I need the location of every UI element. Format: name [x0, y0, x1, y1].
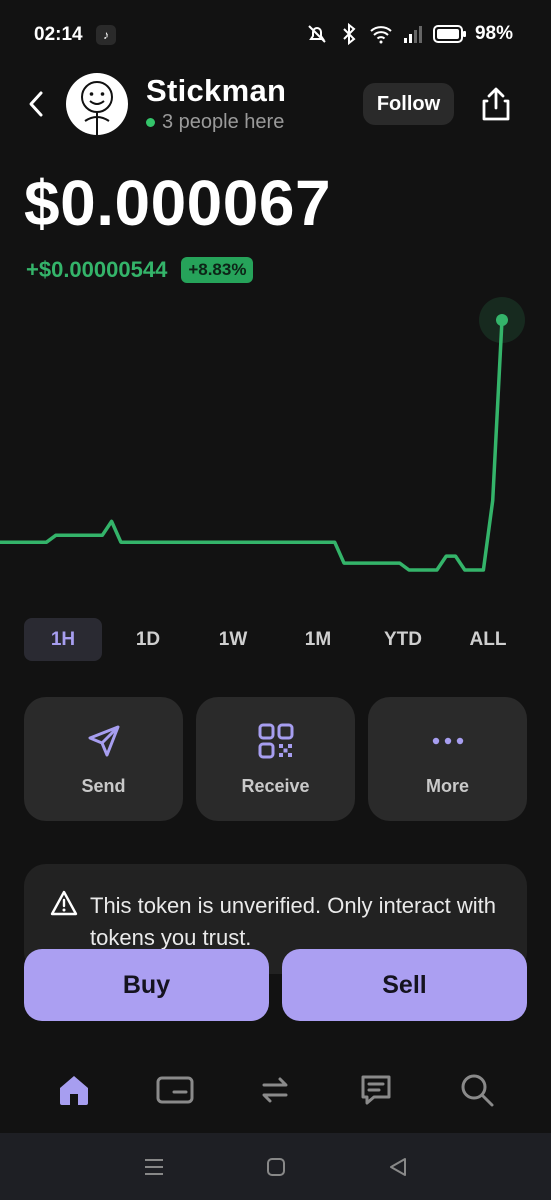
- send-label: Send: [81, 775, 126, 796]
- recents-icon[interactable]: [143, 1157, 165, 1177]
- home-circle-icon[interactable]: [265, 1156, 287, 1178]
- token-avatar: [66, 73, 128, 135]
- sell-button[interactable]: Sell: [282, 949, 527, 1021]
- tiktok-icon: ♪: [96, 25, 116, 45]
- tab-chat[interactable]: [346, 1060, 406, 1120]
- send-button[interactable]: Send: [24, 697, 183, 821]
- price-series-line: [0, 318, 504, 572]
- back-icon[interactable]: [387, 1156, 409, 1178]
- presence-text: 3 people here: [162, 111, 285, 133]
- battery-icon: [432, 25, 466, 43]
- buy-button[interactable]: Buy: [24, 949, 269, 1021]
- time-range-selector: 1H 1D 1W 1M YTD ALL: [24, 618, 527, 662]
- tab-home[interactable]: [44, 1060, 104, 1120]
- latest-point: [496, 314, 508, 326]
- warning-text: This token is unverified. Only interact …: [90, 893, 496, 950]
- range-1d[interactable]: 1D: [109, 618, 187, 661]
- battery-percentage: 98%: [474, 23, 513, 44]
- range-all[interactable]: ALL: [449, 618, 527, 661]
- price-change: +$0.00000544 +8.83%: [26, 257, 254, 283]
- status-bar: 02:14 ♪ 98%: [0, 0, 551, 72]
- action-cards: Send Receive More: [24, 697, 527, 821]
- bluetooth-icon: [343, 22, 356, 46]
- more-label: More: [425, 775, 469, 796]
- signal-icon: [403, 26, 422, 43]
- presence-indicator: 3 people here: [146, 111, 284, 134]
- status-time: 02:14: [34, 24, 83, 45]
- qr-code-icon: [258, 723, 293, 758]
- token-title: Stickman: [146, 73, 287, 108]
- range-1h[interactable]: 1H: [24, 618, 102, 661]
- more-dots-icon: [432, 737, 463, 744]
- token-price: $0.000067: [24, 167, 332, 239]
- receive-label: Receive: [241, 775, 310, 796]
- status-icons: 98%: [305, 22, 513, 46]
- wallet-icon: [156, 1076, 194, 1104]
- search-icon: [461, 1074, 494, 1107]
- range-ytd[interactable]: YTD: [364, 618, 442, 661]
- trade-buttons: Buy Sell: [24, 949, 527, 1021]
- system-nav-bar: [0, 1133, 551, 1200]
- online-dot-icon: [146, 118, 155, 127]
- tab-swap[interactable]: [245, 1060, 305, 1120]
- chevron-left-icon: [29, 91, 43, 117]
- send-icon: [88, 725, 119, 756]
- back-button[interactable]: [22, 86, 50, 122]
- range-1w[interactable]: 1W: [194, 618, 272, 661]
- price-chart[interactable]: [0, 290, 551, 590]
- price-change-absolute: +$0.00000544: [26, 257, 168, 282]
- wifi-icon: [370, 26, 392, 44]
- follow-button[interactable]: Follow: [363, 83, 454, 125]
- price-change-percent-badge: +8.83%: [181, 257, 254, 283]
- bottom-tab-bar: [0, 1050, 551, 1130]
- range-1m[interactable]: 1M: [279, 618, 357, 661]
- tab-wallet[interactable]: [145, 1060, 205, 1120]
- token-header: Stickman 3 people here Follow: [0, 70, 551, 140]
- chat-icon: [361, 1075, 391, 1105]
- receive-button[interactable]: Receive: [196, 697, 355, 821]
- tab-search[interactable]: [447, 1060, 507, 1120]
- mute-bell-icon: [308, 25, 326, 43]
- share-button[interactable]: [478, 84, 514, 124]
- swap-icon: [262, 1077, 288, 1103]
- warning-icon: [50, 890, 78, 916]
- home-icon: [60, 1076, 89, 1105]
- share-icon: [482, 87, 510, 121]
- more-button[interactable]: More: [368, 697, 527, 821]
